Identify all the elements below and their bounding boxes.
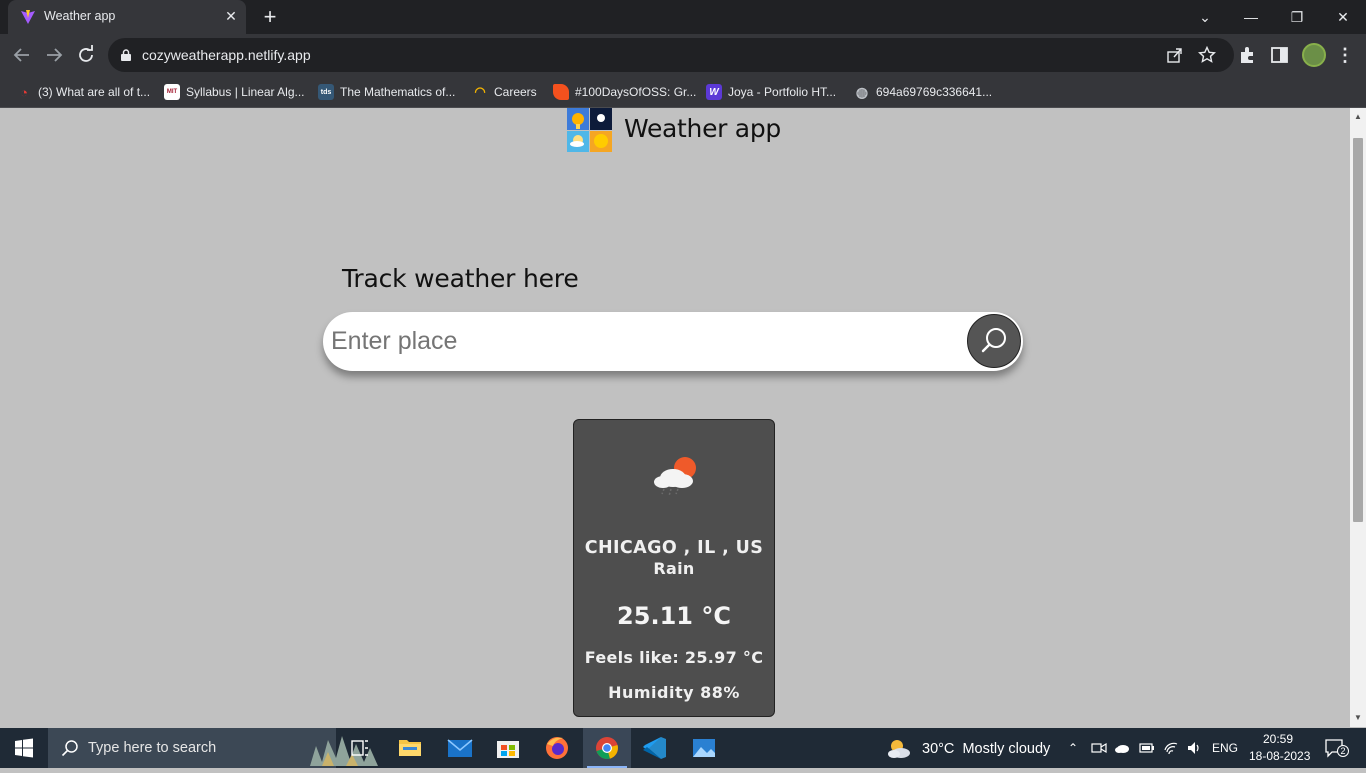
temperature-value: 25.11 °C — [617, 602, 731, 630]
firefox-icon[interactable] — [533, 728, 581, 768]
scroll-up-arrow-icon[interactable]: ▲ — [1354, 113, 1362, 121]
microsoft-store-icon[interactable] — [484, 728, 532, 768]
w-logo-icon: W — [706, 84, 722, 100]
page-scrollbar[interactable]: ▲ ▼ — [1350, 108, 1366, 727]
magnifier-icon — [981, 328, 1006, 353]
condition-label: Rain — [653, 559, 695, 578]
humidity-value: Humidity 88% — [608, 683, 740, 702]
bookmark-item[interactable]: W Joya - Portfolio HT... — [706, 82, 836, 102]
extensions-puzzle-icon[interactable] — [1237, 44, 1259, 66]
tab-search-icon[interactable]: ⌄ — [1193, 5, 1217, 29]
language-indicator[interactable]: ENG — [1212, 741, 1238, 755]
clock-time[interactable]: 20:59 — [1263, 732, 1293, 746]
chevron-up-icon[interactable]: ⌃ — [1068, 740, 1084, 756]
browser-menu-icon[interactable]: ⋮ — [1336, 43, 1354, 67]
search-icon — [61, 740, 78, 757]
volume-icon[interactable] — [1186, 740, 1202, 756]
mit-ocw-icon: MIT — [164, 84, 180, 100]
bookmark-item[interactable]: ◍ 694a69769c336641... — [854, 82, 992, 102]
taskbar-weather-widget[interactable]: 30°C Mostly cloudy — [886, 738, 1050, 760]
bookmark-item[interactable]: ◠ Careers — [472, 82, 536, 102]
page-heading: Track weather here — [342, 264, 579, 293]
location-label: CHICAGO , IL , US — [584, 538, 764, 558]
notification-center-button[interactable]: 2 — [1324, 738, 1349, 758]
tds-icon: tds — [318, 84, 334, 100]
scroll-down-arrow-icon[interactable]: ▼ — [1354, 714, 1362, 722]
vscode-icon[interactable] — [631, 728, 679, 768]
bookmark-flame-icon — [553, 84, 569, 100]
bookmarks-bar: ◔ (3) What are all of t... MIT Syllabus … — [0, 76, 1366, 108]
feels-like-value: Feels like: 25.97 °C — [584, 648, 764, 667]
photos-icon[interactable] — [680, 728, 728, 768]
chrome-taskbar-button[interactable] — [583, 728, 631, 768]
task-view-icon[interactable] — [336, 728, 384, 768]
weather-app-logo — [567, 108, 612, 152]
quora-icon: ◔ — [20, 84, 28, 100]
reload-icon[interactable] — [74, 43, 98, 67]
search-bar — [323, 312, 1023, 371]
lock-icon[interactable] — [121, 49, 131, 61]
wifi-icon[interactable] — [1163, 740, 1179, 756]
clock-date[interactable]: 18-08-2023 — [1249, 749, 1310, 763]
chrome-icon — [596, 737, 618, 759]
place-search-input[interactable] — [331, 321, 961, 361]
address-bar[interactable]: cozyweatherapp.netlify.app — [108, 38, 1234, 72]
cloud-rain-sun-icon — [654, 457, 696, 497]
globe-icon: ◍ — [855, 83, 869, 100]
close-tab-icon[interactable]: ✕ — [223, 8, 239, 24]
bookmark-star-icon[interactable] — [1198, 46, 1216, 64]
taskbar-search-box[interactable]: Type here to search — [48, 728, 378, 768]
taskbar-weather-text: 30°C Mostly cloudy — [922, 741, 1051, 757]
tab-strip: Weather app ✕ + ⌄ — ❐ ✕ — [0, 0, 1366, 34]
search-button[interactable] — [967, 314, 1021, 368]
vite-logo-icon — [21, 10, 35, 24]
app-title: Weather app — [624, 114, 781, 143]
bookmark-item[interactable]: #100DaysOfOSS: Gr... — [553, 82, 696, 102]
profile-avatar[interactable] — [1302, 43, 1326, 67]
tab-weather-app[interactable]: Weather app ✕ — [8, 0, 246, 34]
onedrive-icon[interactable] — [1114, 740, 1130, 756]
meet-now-icon[interactable] — [1091, 740, 1107, 756]
file-explorer-icon[interactable] — [386, 728, 434, 768]
taskbar-search-placeholder: Type here to search — [88, 740, 217, 756]
partly-cloudy-icon — [888, 740, 910, 758]
notification-count: 2 — [1337, 745, 1349, 757]
share-icon[interactable] — [1166, 46, 1184, 64]
windows-taskbar: Type here to search 30°C Mostly cloudy ⌃… — [0, 728, 1366, 768]
forward-arrow-icon[interactable] — [42, 43, 66, 67]
tab-title: Weather app — [44, 9, 116, 23]
bookmark-item[interactable]: tds The Mathematics of... — [318, 82, 455, 102]
bookmark-item[interactable]: MIT Syllabus | Linear Alg... — [164, 82, 305, 102]
back-arrow-icon[interactable] — [10, 43, 34, 67]
battery-icon[interactable] — [1139, 740, 1155, 756]
windows-start-icon[interactable] — [0, 728, 48, 768]
close-window-button[interactable]: ✕ — [1331, 5, 1355, 29]
new-tab-button[interactable]: + — [259, 6, 281, 29]
careers-icon: ◠ — [474, 84, 486, 99]
minimize-button[interactable]: — — [1239, 5, 1263, 29]
url-text[interactable]: cozyweatherapp.netlify.app — [142, 47, 311, 63]
weather-card: CHICAGO , IL , US Rain 25.11 °C Feels li… — [573, 419, 775, 717]
restore-button[interactable]: ❐ — [1285, 5, 1309, 29]
side-panel-icon[interactable] — [1269, 44, 1291, 66]
bookmark-item[interactable]: ◔ (3) What are all of t... — [16, 82, 150, 102]
browser-toolbar: cozyweatherapp.netlify.app ⋮ — [0, 34, 1366, 76]
mail-icon[interactable] — [436, 728, 484, 768]
scroll-thumb[interactable] — [1353, 138, 1363, 522]
page-viewport: Weather app Track weather here CHICAGO ,… — [0, 108, 1350, 727]
